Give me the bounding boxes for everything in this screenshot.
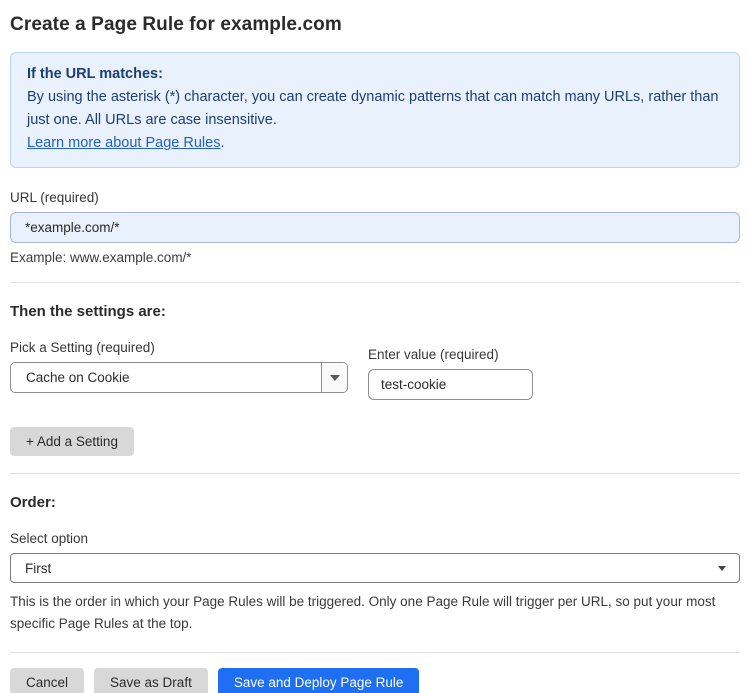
link-suffix: . [220, 135, 225, 151]
order-select-label: Select option [10, 531, 89, 546]
info-box-link-row: Learn more about Page Rules. [27, 132, 723, 155]
chevron-down-icon [329, 374, 340, 381]
save-as-draft-button[interactable]: Save as Draft [94, 668, 208, 693]
learn-more-link[interactable]: Learn more about Page Rules [27, 135, 220, 151]
settings-section-heading: Then the settings are: [10, 303, 166, 320]
order-select-dropdown[interactable]: First [10, 553, 740, 583]
save-and-deploy-button[interactable]: Save and Deploy Page Rule [217, 668, 420, 693]
settings-row: Pick a Setting (required) Cache on Cooki… [10, 340, 740, 400]
setting-picker-arrow-button[interactable] [321, 363, 347, 392]
order-section-heading: Order: [10, 494, 56, 511]
chevron-down-icon [718, 565, 726, 571]
setting-picker-column: Pick a Setting (required) Cache on Cooki… [10, 340, 348, 400]
order-selected-value: First [25, 560, 52, 576]
add-setting-button[interactable]: + Add a Setting [10, 427, 134, 456]
url-field-hint: Example: www.example.com/* [10, 250, 192, 265]
setting-value-column: Enter value (required) [368, 340, 533, 400]
actions-row: Cancel Save as Draft Save and Deploy Pag… [10, 668, 740, 693]
setting-picker-dropdown[interactable]: Cache on Cookie [10, 362, 348, 393]
divider [10, 652, 740, 653]
setting-picker-label: Pick a Setting (required) [10, 340, 155, 355]
divider [10, 282, 740, 283]
info-box-heading: If the URL matches: [27, 66, 163, 82]
url-match-info-box: If the URL matches: By using the asteris… [10, 52, 740, 168]
setting-value-input[interactable] [368, 369, 533, 400]
value-field-label: Enter value (required) [368, 347, 499, 362]
info-box-body: By using the asterisk (*) character, you… [27, 89, 719, 128]
url-field-label: URL (required) [10, 190, 99, 205]
divider [10, 473, 740, 474]
setting-picker-selected-value: Cache on Cookie [26, 370, 130, 385]
cancel-button[interactable]: Cancel [10, 668, 85, 693]
page-title: Create a Page Rule for example.com [10, 14, 342, 35]
order-help-text: This is the order in which your Page Rul… [10, 594, 716, 631]
url-input[interactable] [10, 212, 740, 243]
